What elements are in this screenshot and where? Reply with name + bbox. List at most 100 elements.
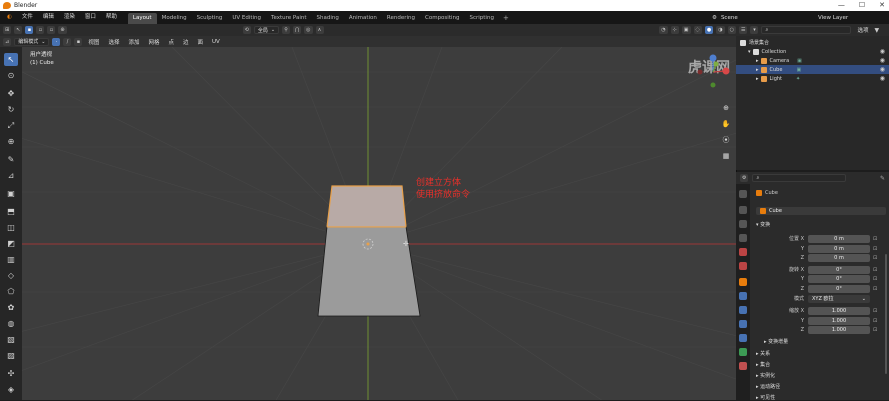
menu-face[interactable]: 面 bbox=[195, 38, 207, 46]
bevel-tool-icon[interactable]: ◩ bbox=[4, 237, 18, 250]
lock-icon[interactable]: ⊡ bbox=[873, 327, 877, 333]
select-mode-icon[interactable]: ↖ bbox=[14, 26, 23, 34]
scene-selector[interactable]: ⚙ Scene bbox=[712, 11, 738, 24]
outliner-item-cube[interactable]: ▸ Cube ▣ ◉ bbox=[736, 65, 889, 74]
pan-hand-icon[interactable]: ✋ bbox=[721, 119, 731, 129]
menu-add[interactable]: 添加 bbox=[125, 38, 142, 46]
shear-tool-icon[interactable]: ✣ bbox=[4, 367, 18, 380]
tab-rendering[interactable]: Rendering bbox=[382, 13, 420, 24]
properties-search-field[interactable]: ⌕ bbox=[752, 174, 847, 182]
lock-icon[interactable]: ⊡ bbox=[873, 286, 877, 292]
expand-arrow-icon[interactable]: ▸ bbox=[756, 67, 759, 73]
3d-viewport[interactable]: ✛ 用户透视 (1) Cube 创建立方体 使用挤放命令 虎课网 ⊕ ✋ ⦿ ▦ bbox=[22, 47, 736, 400]
lock-icon[interactable]: ⊡ bbox=[873, 236, 877, 242]
vertex-mode-icon[interactable]: · bbox=[52, 37, 61, 46]
mesh-data-icon[interactable]: ▣ bbox=[796, 67, 801, 73]
xray-icon[interactable]: ▣ bbox=[681, 26, 691, 34]
scale-y-field[interactable]: 1.000 bbox=[808, 316, 870, 325]
wireframe-shading-icon[interactable]: ◌ bbox=[693, 26, 702, 34]
overlay-icon[interactable]: ◔ bbox=[659, 26, 668, 34]
editor-icon[interactable]: ⊿ bbox=[3, 37, 12, 46]
modifier-tab-icon[interactable] bbox=[739, 292, 747, 300]
material-tab-icon[interactable] bbox=[739, 362, 747, 370]
face-mode-icon[interactable]: ▪ bbox=[74, 37, 83, 46]
tab-layout[interactable]: Layout bbox=[127, 12, 157, 24]
extrude-tool-icon[interactable]: ⬒ bbox=[4, 205, 18, 218]
tab-uv-editing[interactable]: UV Editing bbox=[227, 13, 266, 24]
outliner-search-field[interactable]: ⌕ bbox=[761, 26, 852, 34]
menu-help[interactable]: 帮助 bbox=[101, 11, 122, 24]
measure-tool-icon[interactable]: ⊿ bbox=[4, 169, 18, 182]
transform-tool-icon[interactable]: ⊕ bbox=[4, 135, 18, 148]
smooth-tool-icon[interactable]: ◍ bbox=[4, 317, 18, 330]
proportional-edit-icon[interactable]: ◎ bbox=[304, 26, 313, 34]
edge-mode-icon[interactable]: / bbox=[63, 37, 72, 46]
gizmo-icon[interactable]: ⊹ bbox=[670, 26, 679, 34]
collections-section[interactable]: ▸ 集合 bbox=[756, 361, 770, 368]
properties-editor-icon[interactable]: ⚙ bbox=[740, 174, 749, 182]
instancing-section[interactable]: ▸ 实例化 bbox=[756, 372, 775, 379]
tab-shading[interactable]: Shading bbox=[312, 13, 344, 24]
menu-file[interactable]: 文件 bbox=[17, 11, 38, 24]
camera-view-icon[interactable]: ⦿ bbox=[721, 135, 731, 145]
rotate-tool-icon[interactable]: ↻ bbox=[4, 103, 18, 116]
blender-menu-icon[interactable]: ◐ bbox=[2, 11, 17, 24]
scene-tab-icon[interactable] bbox=[739, 248, 747, 256]
expand-arrow-icon[interactable]: ▾ bbox=[748, 49, 751, 55]
shrink-tool-icon[interactable]: ▨ bbox=[4, 349, 18, 362]
tab-compositing[interactable]: Compositing bbox=[420, 13, 464, 24]
vertex-select-icon[interactable]: ▪ bbox=[25, 26, 34, 34]
display-mode-icon[interactable]: ▾ bbox=[750, 26, 759, 34]
visibility-eye-icon[interactable]: ◉ bbox=[880, 66, 885, 73]
object-name-field[interactable]: Cube bbox=[756, 206, 886, 215]
rotation-mode-dropdown[interactable]: XYZ 欧拉 ⌄ bbox=[808, 294, 870, 303]
scale-z-field[interactable]: 1.000 bbox=[808, 325, 870, 334]
menu-edge[interactable]: 边 bbox=[180, 38, 192, 46]
lock-icon[interactable]: ⊡ bbox=[873, 255, 877, 261]
face-select-icon[interactable]: ▫ bbox=[47, 26, 56, 34]
curve-icon[interactable]: ∧ bbox=[315, 26, 324, 34]
close-button[interactable]: ✕ bbox=[879, 0, 885, 11]
add-cube-tool-icon[interactable]: ▣ bbox=[4, 187, 18, 200]
pin-icon[interactable]: ✎ bbox=[880, 175, 885, 182]
tool-tab-icon[interactable] bbox=[739, 190, 747, 198]
navigation-gizmo[interactable] bbox=[693, 52, 733, 92]
delta-transform-section[interactable]: ▸ 变换增量 bbox=[764, 338, 788, 345]
render-shading-icon[interactable]: ○ bbox=[727, 26, 736, 34]
transform-icon[interactable]: ⊕ bbox=[58, 26, 67, 34]
editor-type-icon[interactable]: ⊞ bbox=[3, 26, 12, 34]
view-layer-selector[interactable]: View Layer bbox=[818, 11, 848, 24]
menu-render[interactable]: 渲染 bbox=[59, 11, 80, 24]
expand-arrow-icon[interactable]: ▸ bbox=[756, 76, 759, 82]
select-box-tool-icon[interactable]: ↖ bbox=[4, 53, 18, 66]
orientation-icon[interactable]: ⟲ bbox=[242, 26, 251, 34]
loop-cut-tool-icon[interactable]: ▥ bbox=[4, 253, 18, 266]
visibility-eye-icon[interactable]: ◉ bbox=[880, 48, 885, 55]
location-y-field[interactable]: 0 m bbox=[808, 244, 870, 253]
constraints-tab-icon[interactable] bbox=[739, 334, 747, 342]
annotate-tool-icon[interactable]: ✎ bbox=[4, 153, 18, 166]
tab-texture-paint[interactable]: Texture Paint bbox=[266, 13, 312, 24]
menu-view[interactable]: 视图 bbox=[85, 38, 102, 46]
outliner-item-light[interactable]: ▸ Light ✦ ◉ bbox=[736, 74, 889, 83]
orientation-dropdown[interactable]: 全局 ⌄ bbox=[253, 26, 280, 34]
visibility-eye-icon[interactable]: ◉ bbox=[880, 75, 885, 82]
tab-sculpting[interactable]: Sculpting bbox=[192, 13, 228, 24]
menu-uv[interactable]: UV bbox=[209, 39, 223, 45]
filter-icon[interactable]: ▼ bbox=[875, 27, 880, 34]
outliner-item-collection[interactable]: ▾ Collection ◉ bbox=[736, 47, 889, 56]
data-tab-icon[interactable] bbox=[739, 348, 747, 356]
minimize-button[interactable]: — bbox=[838, 0, 845, 11]
maximize-button[interactable]: ☐ bbox=[859, 0, 865, 11]
tab-modeling[interactable]: Modeling bbox=[157, 13, 192, 24]
magnet-icon[interactable]: ⋂ bbox=[293, 26, 302, 34]
properties-scrollbar[interactable] bbox=[885, 254, 887, 374]
outliner-options-menu[interactable]: 选项 bbox=[854, 26, 871, 34]
rotation-z-field[interactable]: 0° bbox=[808, 284, 870, 293]
pivot-icon[interactable]: ⚲ bbox=[282, 26, 291, 34]
expand-arrow-icon[interactable]: ▸ bbox=[756, 58, 759, 64]
poly-build-tool-icon[interactable]: ⬠ bbox=[4, 285, 18, 298]
menu-select[interactable]: 选择 bbox=[105, 38, 122, 46]
scale-tool-icon[interactable]: ⤢ bbox=[4, 119, 18, 132]
knife-tool-icon[interactable]: ◇ bbox=[4, 269, 18, 282]
